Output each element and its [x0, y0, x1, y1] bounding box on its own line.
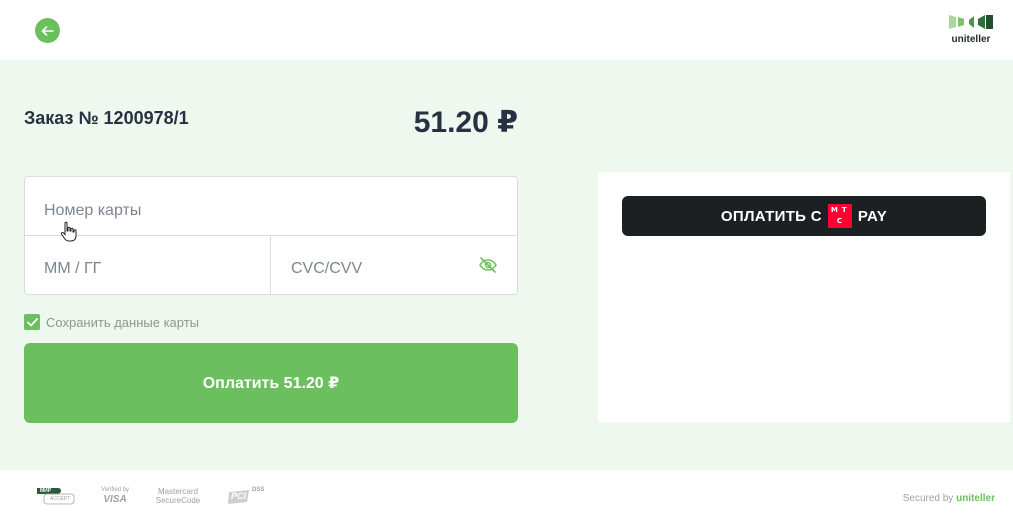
dss-badge-text: DSS [252, 487, 265, 493]
footer: МИР ACCEPT Verified by VISA Mastercard S… [0, 470, 1013, 524]
arrow-left-icon [41, 25, 54, 36]
mts-pay-suffix: PAY [857, 207, 888, 225]
mts-logo-letter-t: Т [841, 206, 847, 214]
eye-off-icon[interactable] [479, 257, 497, 273]
pci-badge-text: PCI [231, 491, 247, 501]
expiry-date-placeholder: ММ / ГГ [44, 260, 102, 277]
mts-logo-letter-s: С [836, 217, 842, 225]
mts-logo-letter-m: М [830, 206, 838, 214]
mir-accept-badge: МИР ACCEPT [36, 486, 76, 506]
card-number-field[interactable]: Номер карты [25, 177, 517, 242]
cvc-field[interactable]: CVC/CVV [271, 236, 517, 294]
mir-badge-text: МИР [40, 488, 52, 494]
order-title: Заказ № 1200978/1 [24, 108, 189, 128]
save-card-label: Сохранить данные карты [46, 314, 200, 330]
back-button[interactable] [35, 18, 60, 43]
order-amount: 51.20 ₽ [413, 106, 518, 139]
secured-by-brand: uniteller [956, 493, 995, 504]
alternative-payment-panel: ОПЛАТИТЬ С М Т С PAY [598, 172, 1010, 422]
uniteller-logo: uniteller [947, 13, 995, 47]
logo-text: uniteller [951, 34, 991, 45]
mts-pay-button[interactable]: ОПЛАТИТЬ С М Т С PAY [622, 196, 986, 236]
header: uniteller [0, 0, 1013, 60]
check-icon [26, 317, 38, 326]
mastercard-badge-line2: SecureCode [155, 496, 201, 505]
mastercard-badge-line1: Mastercard [157, 487, 198, 496]
visa-badge-line2: VISA [103, 494, 127, 505]
card-number-placeholder: Номер карты [44, 202, 142, 219]
save-card-checkbox[interactable] [24, 314, 40, 330]
cvc-placeholder: CVC/CVV [291, 260, 363, 277]
visa-badge-line1: Verified by [100, 487, 130, 493]
card-form: Номер карты ММ / ГГ CVC/CVV [24, 176, 518, 295]
save-card-option[interactable]: Сохранить данные карты [24, 313, 199, 331]
payment-section: Заказ № 1200978/1 51.20 ₽ Номер карты ММ… [0, 60, 1013, 470]
mastercard-securecode-badge: Mastercard SecureCode [152, 486, 204, 506]
uniteller-logo-icon [949, 15, 993, 29]
pci-dss-badge: PCI DSS [227, 486, 267, 506]
verified-by-visa-badge: Verified by VISA [97, 486, 133, 506]
mts-logo: М Т С [827, 204, 852, 228]
mir-badge-sub: ACCEPT [50, 496, 71, 502]
secured-by-label: Secured by uniteller [903, 493, 995, 504]
secured-by-prefix: Secured by [902, 493, 954, 504]
expiry-date-field[interactable]: ММ / ГГ [25, 236, 271, 294]
pay-button[interactable]: Оплатить 51.20 ₽ [24, 343, 518, 423]
mts-pay-prefix: ОПЛАТИТЬ С [720, 207, 822, 225]
